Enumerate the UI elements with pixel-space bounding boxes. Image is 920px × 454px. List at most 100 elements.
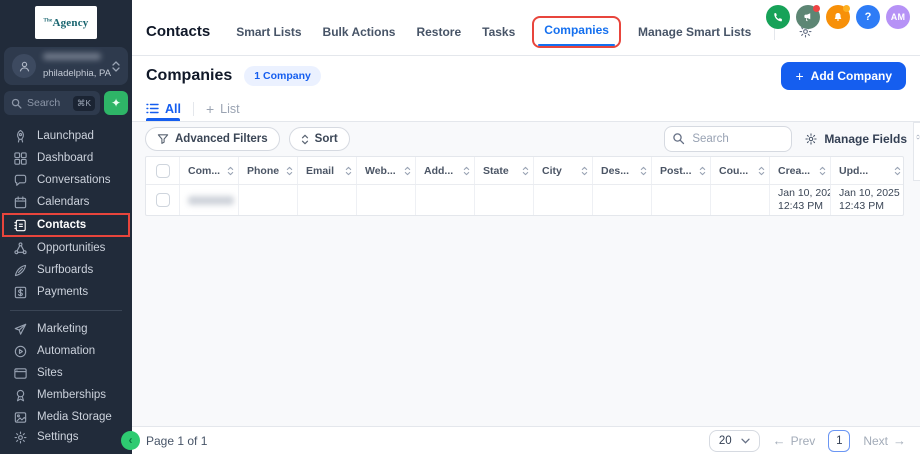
page-indicator: Page 1 of 1 — [146, 434, 207, 448]
account-switcher[interactable]: philadelphia, PA — [4, 47, 128, 85]
select-all-checkbox[interactable] — [156, 164, 170, 178]
phone-icon[interactable] — [766, 5, 790, 29]
table-toolbar: Advanced Filters Sort — [132, 122, 920, 156]
sidebar-item-label: Marketing — [37, 323, 88, 335]
column-header-address[interactable]: Add... — [416, 157, 475, 184]
tab-bulk-actions[interactable]: Bulk Actions — [323, 25, 396, 39]
sidebar-item-media-storage[interactable]: Media Storage — [0, 406, 132, 428]
sidebar-item-label: Sites — [37, 367, 63, 379]
sidebar-item-conversations[interactable]: Conversations — [0, 169, 132, 191]
chevron-left-icon: ‹ — [129, 434, 133, 446]
dashboard-icon — [13, 151, 28, 166]
sort-icon[interactable] — [699, 166, 706, 176]
sidebar-item-automation[interactable]: Automation — [0, 340, 132, 362]
sidebar-item-sites[interactable]: Sites — [0, 362, 132, 384]
plus-icon: + — [206, 101, 214, 117]
column-header-city[interactable]: City — [534, 157, 593, 184]
megaphone-icon[interactable] — [796, 5, 820, 29]
opportunities-icon — [13, 241, 28, 256]
sidebar-item-payments[interactable]: Payments — [0, 281, 132, 303]
sort-button[interactable]: Sort — [289, 127, 350, 151]
sidebar-item-label: Settings — [37, 431, 79, 443]
user-avatar[interactable]: AM — [886, 5, 910, 29]
table-header-row: Com... Phone Email Web... Add... State C… — [146, 157, 903, 185]
sort-icon[interactable] — [894, 166, 901, 176]
column-header-updated[interactable]: Upd... — [831, 157, 905, 184]
column-header-description[interactable]: Des... — [593, 157, 652, 184]
sidebar-nav: Launchpad Dashboard Conversations Calend… — [0, 125, 132, 428]
sort-icon[interactable] — [404, 166, 411, 176]
sidebar-item-launchpad[interactable]: Launchpad — [0, 125, 132, 147]
column-header-country[interactable]: Cou... — [711, 157, 770, 184]
advanced-filters-button[interactable]: Advanced Filters — [145, 127, 280, 151]
contacts-tabs: Smart Lists Bulk Actions Restore Tasks C… — [236, 16, 813, 48]
companies-title: Companies — [146, 67, 232, 85]
sidebar-item-calendars[interactable]: Calendars — [0, 191, 132, 213]
sidebar-item-dashboard[interactable]: Dashboard — [0, 147, 132, 169]
column-header-postal[interactable]: Post... — [652, 157, 711, 184]
tab-tasks[interactable]: Tasks — [482, 25, 515, 39]
row-checkbox[interactable] — [156, 193, 170, 207]
page-size-select[interactable]: 20 — [709, 430, 760, 452]
agency-logo-text: TheAgency — [44, 17, 89, 29]
cell-city — [534, 185, 593, 215]
next-page-button[interactable]: Next → — [863, 433, 906, 448]
sidebar-item-label: Opportunities — [37, 242, 105, 254]
content-area: Advanced Filters Sort — [132, 122, 920, 426]
sidebar-item-label: Automation — [37, 345, 95, 357]
gear-icon — [13, 430, 28, 445]
sort-icon[interactable] — [581, 166, 588, 176]
current-page-button[interactable]: 1 — [828, 430, 850, 452]
sidebar-item-memberships[interactable]: Memberships — [0, 384, 132, 406]
sidebar-collapse-button[interactable]: ‹ — [121, 431, 140, 450]
sidebar-item-settings[interactable]: Settings — [0, 426, 132, 448]
add-company-button[interactable]: + Add Company — [781, 62, 906, 90]
sort-icon[interactable] — [640, 166, 647, 176]
tab-list[interactable]: + List — [206, 96, 240, 121]
sidebar-item-opportunities[interactable]: Opportunities — [0, 237, 132, 259]
column-header-phone[interactable]: Phone — [239, 157, 298, 184]
account-avatar-icon — [12, 54, 36, 78]
table-row[interactable]: Jan 10, 202512:43 PM Jan 10, 202512:43 P… — [146, 185, 903, 215]
cell-email — [298, 185, 357, 215]
sidebar-search-input[interactable] — [27, 97, 68, 109]
help-icon[interactable]: ? — [856, 5, 880, 29]
column-header-email[interactable]: Email — [298, 157, 357, 184]
sidebar-item-marketing[interactable]: Marketing — [0, 318, 132, 340]
sidebar-item-contacts[interactable]: Contacts — [2, 213, 130, 237]
list-view-icon — [146, 103, 159, 114]
sort-icon[interactable] — [227, 166, 234, 176]
tab-smart-lists[interactable]: Smart Lists — [236, 25, 301, 39]
tab-companies[interactable]: Companies — [544, 23, 609, 37]
sort-icon[interactable] — [522, 166, 529, 176]
sidebar-item-surfboards[interactable]: Surfboards — [0, 259, 132, 281]
manage-fields-button[interactable]: Manage Fields — [804, 132, 907, 146]
sidebar-search[interactable]: ⌘K — [4, 91, 100, 115]
sort-icon[interactable] — [758, 166, 765, 176]
ai-assistant-button[interactable]: ✦ — [104, 91, 128, 115]
tab-all[interactable]: All — [146, 96, 193, 121]
bell-icon[interactable] — [826, 5, 850, 29]
sidebar-item-label: Calendars — [37, 196, 89, 208]
sidebar-divider — [10, 310, 122, 311]
notification-dot — [843, 5, 850, 12]
cell-phone — [239, 185, 298, 215]
tab-restore[interactable]: Restore — [416, 25, 461, 39]
contacts-header: Contacts Smart Lists Bulk Actions Restor… — [132, 0, 920, 56]
cell-state — [475, 185, 534, 215]
column-header-company[interactable]: Com... — [180, 157, 239, 184]
column-header-state[interactable]: State — [475, 157, 534, 184]
column-header-created[interactable]: Crea... — [770, 157, 831, 184]
page-title: Contacts — [146, 23, 210, 40]
sort-icon[interactable] — [819, 166, 826, 176]
prev-page-button[interactable]: ← Prev — [773, 433, 816, 448]
sort-icon[interactable] — [463, 166, 470, 176]
column-header-website[interactable]: Web... — [357, 157, 416, 184]
sort-icon[interactable] — [345, 166, 352, 176]
blurred-account-name — [43, 53, 101, 60]
tab-manage-smart-lists[interactable]: Manage Smart Lists — [638, 25, 751, 39]
media-storage-icon — [13, 410, 28, 425]
sort-icon[interactable] — [286, 166, 293, 176]
cell-updated: Jan 10, 202512:43 PM — [831, 185, 905, 215]
view-tabs: All + List — [132, 96, 920, 122]
